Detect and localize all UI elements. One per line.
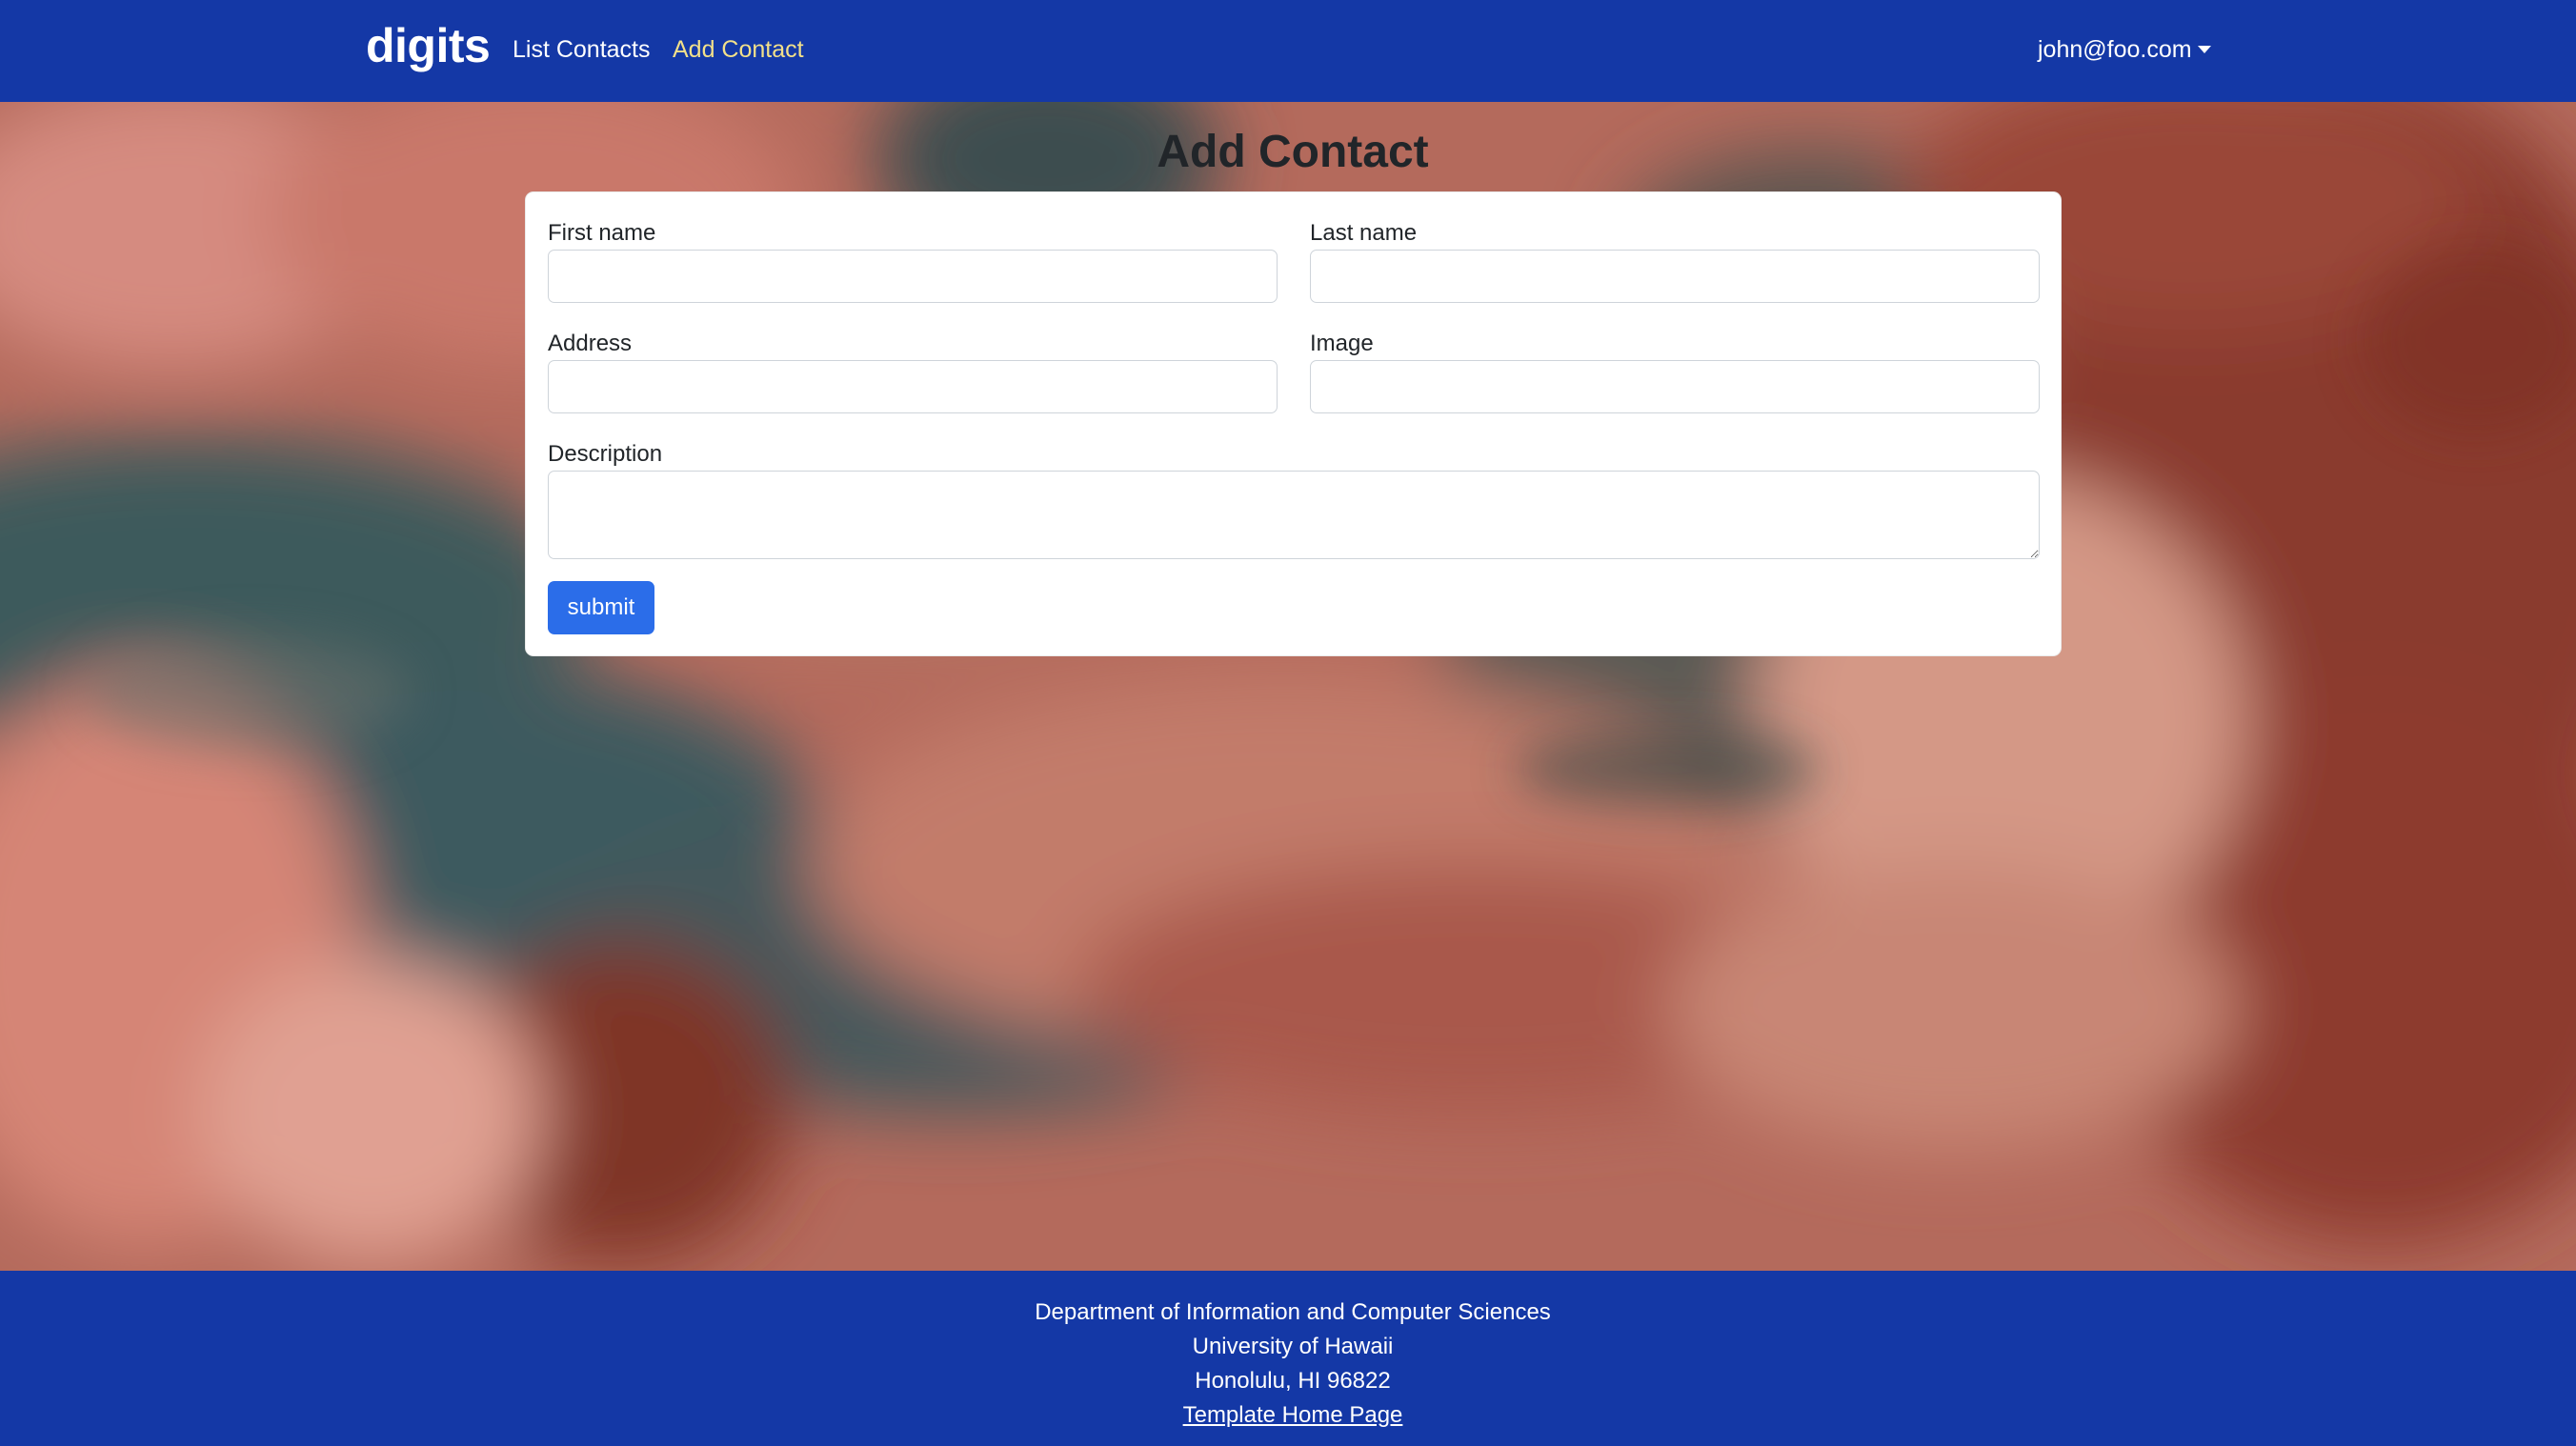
top-navbar: digits List Contacts Add Contact john@fo… <box>0 0 2576 102</box>
image-label: Image <box>1310 331 1374 356</box>
brand-logo[interactable]: digits <box>366 11 491 80</box>
first-name-label: First name <box>548 220 656 246</box>
nav-link-add-contact[interactable]: Add Contact <box>673 29 804 70</box>
footer-content: Department of Information and Computer S… <box>0 1295 2576 1433</box>
submit-button[interactable]: submit <box>548 581 654 634</box>
description-label: Description <box>548 441 663 467</box>
page-title: Add Contact <box>1157 127 1429 177</box>
user-email: john@foo.com <box>2038 36 2192 63</box>
footer-address: Honolulu, HI 96822 <box>1195 1368 1391 1394</box>
first-name-input[interactable] <box>548 250 1278 303</box>
template-home-page-link[interactable]: Template Home Page <box>0 1398 2576 1433</box>
last-name-label: Last name <box>1310 220 1418 246</box>
description-textarea[interactable] <box>548 471 2040 559</box>
caret-down-icon <box>2197 46 2211 53</box>
nav-link-list-contacts[interactable]: List Contacts <box>513 29 651 70</box>
image-input[interactable] <box>1310 360 2040 413</box>
address-label: Address <box>548 331 633 356</box>
footer: Department of Information and Computer S… <box>0 1271 2576 1446</box>
last-name-input[interactable] <box>1310 250 2040 303</box>
address-input[interactable] <box>548 360 1278 413</box>
add-contact-form: First name Last name Address Image Descr… <box>525 191 2062 656</box>
footer-department: Department of Information and Computer S… <box>1035 1299 1551 1325</box>
footer-university: University of Hawaii <box>1192 1334 1394 1359</box>
user-dropdown[interactable]: john@foo.com <box>2038 29 2211 70</box>
